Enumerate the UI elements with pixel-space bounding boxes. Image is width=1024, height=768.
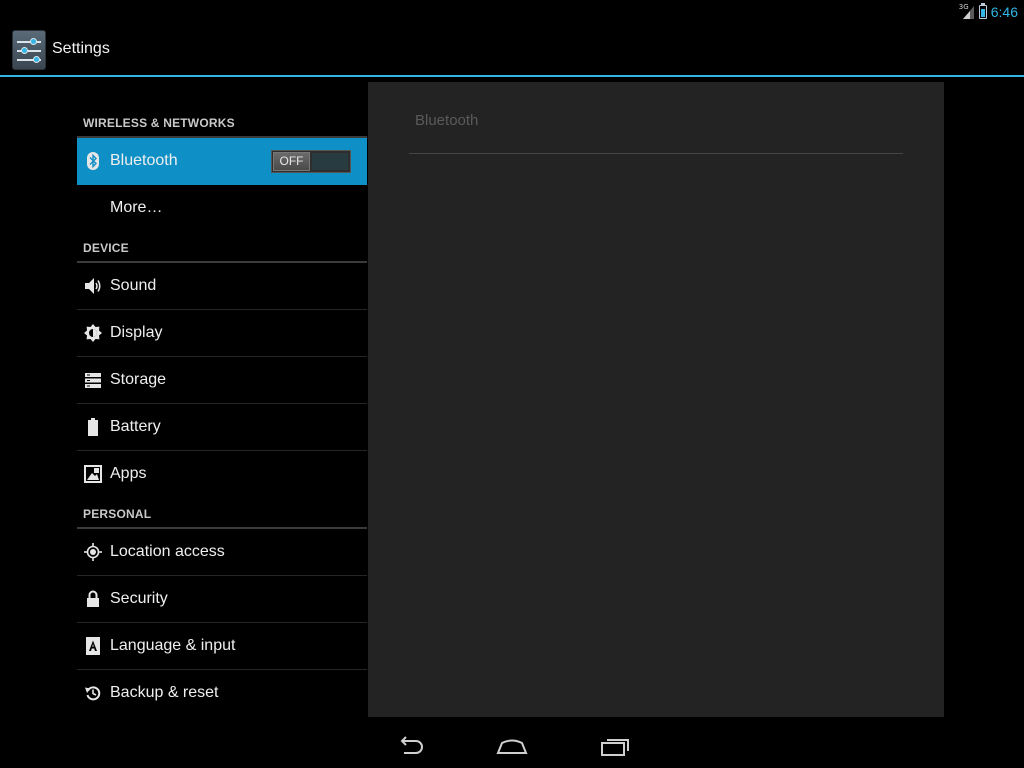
toggle-thumb: OFF xyxy=(273,152,310,171)
network-type-label: 3G xyxy=(958,3,969,11)
home-icon xyxy=(496,739,528,754)
settings-item-label: Backup & reset xyxy=(110,684,219,701)
storage-icon xyxy=(84,371,102,389)
section-header-label: WIRELESS & NETWORKS xyxy=(83,116,235,130)
toggle-track xyxy=(312,153,348,170)
language-icon xyxy=(84,637,102,655)
settings-item-battery[interactable]: Battery xyxy=(77,404,367,451)
brightness-icon xyxy=(84,324,102,342)
settings-item-label: Location access xyxy=(110,543,225,560)
settings-item-location[interactable]: Location access xyxy=(77,529,367,576)
settings-item-label: Security xyxy=(110,590,168,607)
settings-sliders-icon[interactable] xyxy=(12,30,46,70)
settings-item-bluetooth[interactable]: Bluetooth OFF xyxy=(77,138,367,185)
location-icon xyxy=(84,543,102,561)
settings-item-label: Bluetooth xyxy=(110,152,178,169)
back-icon xyxy=(400,736,423,754)
signal-icon: 3G xyxy=(958,3,975,20)
status-time: 6:46 xyxy=(990,4,1018,20)
settings-item-label: More… xyxy=(110,199,163,216)
bluetooth-toggle[interactable]: OFF xyxy=(271,150,351,173)
section-header-personal: PERSONAL xyxy=(77,498,367,529)
detail-pane: Bluetooth xyxy=(368,82,944,717)
settings-item-label: Apps xyxy=(110,465,147,482)
section-header-wireless: WIRELESS & NETWORKS xyxy=(77,108,367,138)
section-header-label: DEVICE xyxy=(83,241,129,255)
section-header-label: PERSONAL xyxy=(83,507,152,521)
settings-item-label: Language & input xyxy=(110,637,236,654)
android-settings-screen: 3G 6:46 Settings WIRELESS & NETWORKS Blu… xyxy=(0,0,1024,768)
settings-item-display[interactable]: Display xyxy=(77,310,367,357)
settings-item-more[interactable]: More… xyxy=(77,185,367,233)
settings-item-backup[interactable]: Backup & reset xyxy=(77,670,367,717)
battery-icon xyxy=(84,418,102,436)
settings-item-label: Battery xyxy=(110,418,161,435)
action-bar: Settings xyxy=(0,24,1024,76)
detail-title: Bluetooth xyxy=(415,112,479,129)
speaker-icon xyxy=(84,277,102,295)
settings-item-storage[interactable]: Storage xyxy=(77,357,367,404)
apps-icon xyxy=(84,465,102,483)
settings-item-label: Storage xyxy=(110,371,167,388)
status-icons: 3G 6:46 xyxy=(959,0,1018,24)
bluetooth-icon xyxy=(84,152,102,170)
section-header-device: DEVICE xyxy=(77,233,367,263)
settings-item-label: Sound xyxy=(110,277,157,294)
backup-icon xyxy=(84,684,102,702)
settings-item-security[interactable]: Security xyxy=(77,576,367,623)
app-title: Settings xyxy=(52,40,110,57)
system-navigation-bar xyxy=(0,728,1024,768)
action-bar-divider xyxy=(0,75,1024,77)
battery-status-icon xyxy=(978,3,987,19)
settings-item-label: Display xyxy=(110,324,163,341)
recent-apps-icon xyxy=(601,739,629,756)
lock-icon xyxy=(84,590,102,608)
back-button[interactable] xyxy=(392,735,428,759)
settings-item-sound[interactable]: Sound xyxy=(77,263,367,310)
settings-item-language[interactable]: Language & input xyxy=(77,623,367,670)
settings-list: WIRELESS & NETWORKS Bluetooth OFF More… … xyxy=(77,108,367,717)
status-bar: 3G 6:46 xyxy=(0,0,1024,24)
recent-apps-button[interactable] xyxy=(598,735,634,759)
settings-item-apps[interactable]: Apps xyxy=(77,451,367,498)
home-button[interactable] xyxy=(494,735,530,759)
detail-divider xyxy=(409,153,903,154)
